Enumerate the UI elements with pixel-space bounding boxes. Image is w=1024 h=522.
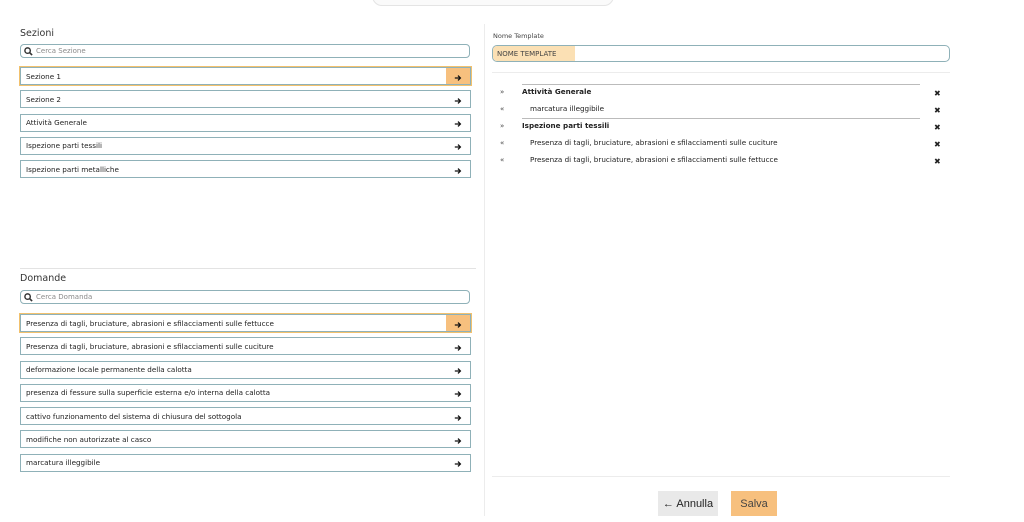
add-question-button[interactable] — [446, 362, 470, 378]
sections-title: Sezioni — [20, 28, 54, 39]
question-item-label: cattivo funzionamento del sistema di chi… — [26, 411, 242, 421]
question-item-label: Presenza di tagli, bruciature, abrasioni… — [26, 318, 274, 328]
remove-icon[interactable]: ✖ — [934, 157, 941, 166]
remove-icon[interactable]: ✖ — [934, 89, 941, 98]
question-search-input[interactable] — [36, 291, 469, 303]
template-section-row[interactable]: » Ispezione parti tessili ✖ — [498, 118, 946, 135]
question-search-box[interactable] — [20, 290, 470, 304]
section-item-label: Ispezione parti metalliche — [26, 164, 119, 174]
section-marker-icon: » — [500, 122, 505, 130]
section-item[interactable]: Ispezione parti metalliche — [20, 160, 471, 179]
add-section-button[interactable] — [446, 138, 470, 154]
add-question-button[interactable] — [446, 408, 470, 424]
question-marker-icon: « — [500, 105, 505, 113]
arrow-right-icon — [454, 360, 462, 379]
question-item-label: presenza di fessure sulla superficie est… — [26, 388, 271, 398]
question-item[interactable]: presenza di fessure sulla superficie est… — [20, 383, 471, 402]
template-row-text: Presenza di tagli, bruciature, abrasioni… — [530, 155, 778, 164]
question-item-label: marcatura illeggibile — [26, 458, 101, 468]
section-item[interactable]: Sezione 1 — [19, 66, 472, 86]
question-marker-icon: « — [500, 139, 505, 147]
footer-divider — [492, 476, 950, 477]
arrow-right-icon — [454, 136, 462, 155]
arrow-right-icon — [454, 314, 462, 333]
remove-icon[interactable]: ✖ — [934, 123, 941, 132]
arrow-right-icon — [454, 407, 462, 426]
sections-list: Sezione 1 Sezione 2 Attività Generale Is… — [19, 66, 472, 183]
template-question-row[interactable]: « Presenza di tagli, bruciature, abrasio… — [498, 152, 946, 169]
add-section-button[interactable] — [446, 161, 470, 177]
question-item[interactable]: Presenza di tagli, bruciature, abrasioni… — [19, 313, 472, 333]
question-item[interactable]: cattivo funzionamento del sistema di chi… — [20, 407, 471, 426]
add-section-button[interactable] — [446, 68, 470, 84]
template-name-value: NOME TEMPLATE — [493, 46, 575, 61]
template-question-row[interactable]: « marcatura illeggibile ✖ — [498, 101, 946, 118]
add-question-button[interactable] — [446, 385, 470, 401]
question-item[interactable]: Presenza di tagli, bruciature, abrasioni… — [20, 337, 471, 356]
question-marker-icon: « — [500, 156, 505, 164]
question-item-label: deformazione locale permanente della cal… — [26, 365, 192, 375]
section-item-label: Sezione 2 — [26, 94, 61, 104]
section-marker-icon: » — [500, 88, 505, 96]
question-item[interactable]: modifiche non autorizzate al casco — [20, 430, 471, 449]
save-button[interactable]: Salva — [731, 491, 777, 516]
column-divider — [484, 24, 485, 516]
add-question-button[interactable] — [446, 315, 470, 331]
arrow-right-icon — [454, 430, 462, 449]
question-item-label: Presenza di tagli, bruciature, abrasioni… — [26, 341, 274, 351]
add-question-button[interactable] — [446, 455, 470, 471]
arrow-right-icon — [454, 113, 462, 132]
top-tab-pill — [372, 0, 614, 6]
arrow-right-icon — [454, 453, 462, 472]
questions-title: Domande — [20, 273, 67, 284]
remove-icon[interactable]: ✖ — [934, 106, 941, 115]
row-rule — [522, 118, 920, 119]
add-question-button[interactable] — [446, 338, 470, 354]
section-item[interactable]: Sezione 2 — [20, 90, 471, 109]
row-rule — [522, 84, 920, 85]
search-icon — [24, 46, 33, 56]
add-question-button[interactable] — [446, 431, 470, 447]
section-search-input[interactable] — [36, 45, 469, 57]
question-item-label: modifiche non autorizzate al casco — [26, 434, 152, 444]
questions-list: Presenza di tagli, bruciature, abrasioni… — [19, 313, 472, 477]
section-item-label: Sezione 1 — [26, 71, 61, 81]
template-row-text: Ispezione parti tessili — [522, 121, 610, 130]
template-top-divider — [492, 72, 950, 73]
search-icon — [24, 292, 33, 302]
template-row-text: marcatura illeggibile — [530, 104, 605, 113]
remove-icon[interactable]: ✖ — [934, 140, 941, 149]
add-section-button[interactable] — [446, 115, 470, 131]
section-search-box[interactable] — [20, 44, 470, 58]
template-section-row[interactable]: » Attività Generale ✖ — [498, 84, 946, 101]
section-item[interactable]: Attività Generale — [20, 113, 471, 132]
arrow-right-icon — [454, 383, 462, 402]
cancel-button[interactable]: ← Annulla — [658, 491, 718, 516]
section-item-label: Ispezione parti tessili — [26, 141, 103, 151]
section-item-label: Attività Generale — [26, 118, 87, 128]
arrow-right-icon — [454, 90, 462, 109]
template-question-row[interactable]: « Presenza di tagli, bruciature, abrasio… — [498, 135, 946, 152]
template-name-label: Nome Template — [493, 32, 544, 40]
arrow-right-icon — [454, 160, 462, 179]
section-item[interactable]: Ispezione parti tessili — [20, 136, 471, 155]
add-section-button[interactable] — [446, 91, 470, 107]
question-item[interactable]: deformazione locale permanente della cal… — [20, 360, 471, 379]
arrow-right-icon — [454, 337, 462, 356]
template-row-text: Presenza di tagli, bruciature, abrasioni… — [530, 138, 778, 147]
arrow-right-icon — [454, 67, 462, 86]
panel-divider — [20, 268, 476, 269]
question-item[interactable]: marcatura illeggibile — [20, 453, 471, 472]
template-items: » Attività Generale ✖ « marcatura illegg… — [498, 84, 946, 169]
template-name-input[interactable]: NOME TEMPLATE — [492, 45, 950, 62]
template-row-text: Attività Generale — [522, 87, 592, 96]
